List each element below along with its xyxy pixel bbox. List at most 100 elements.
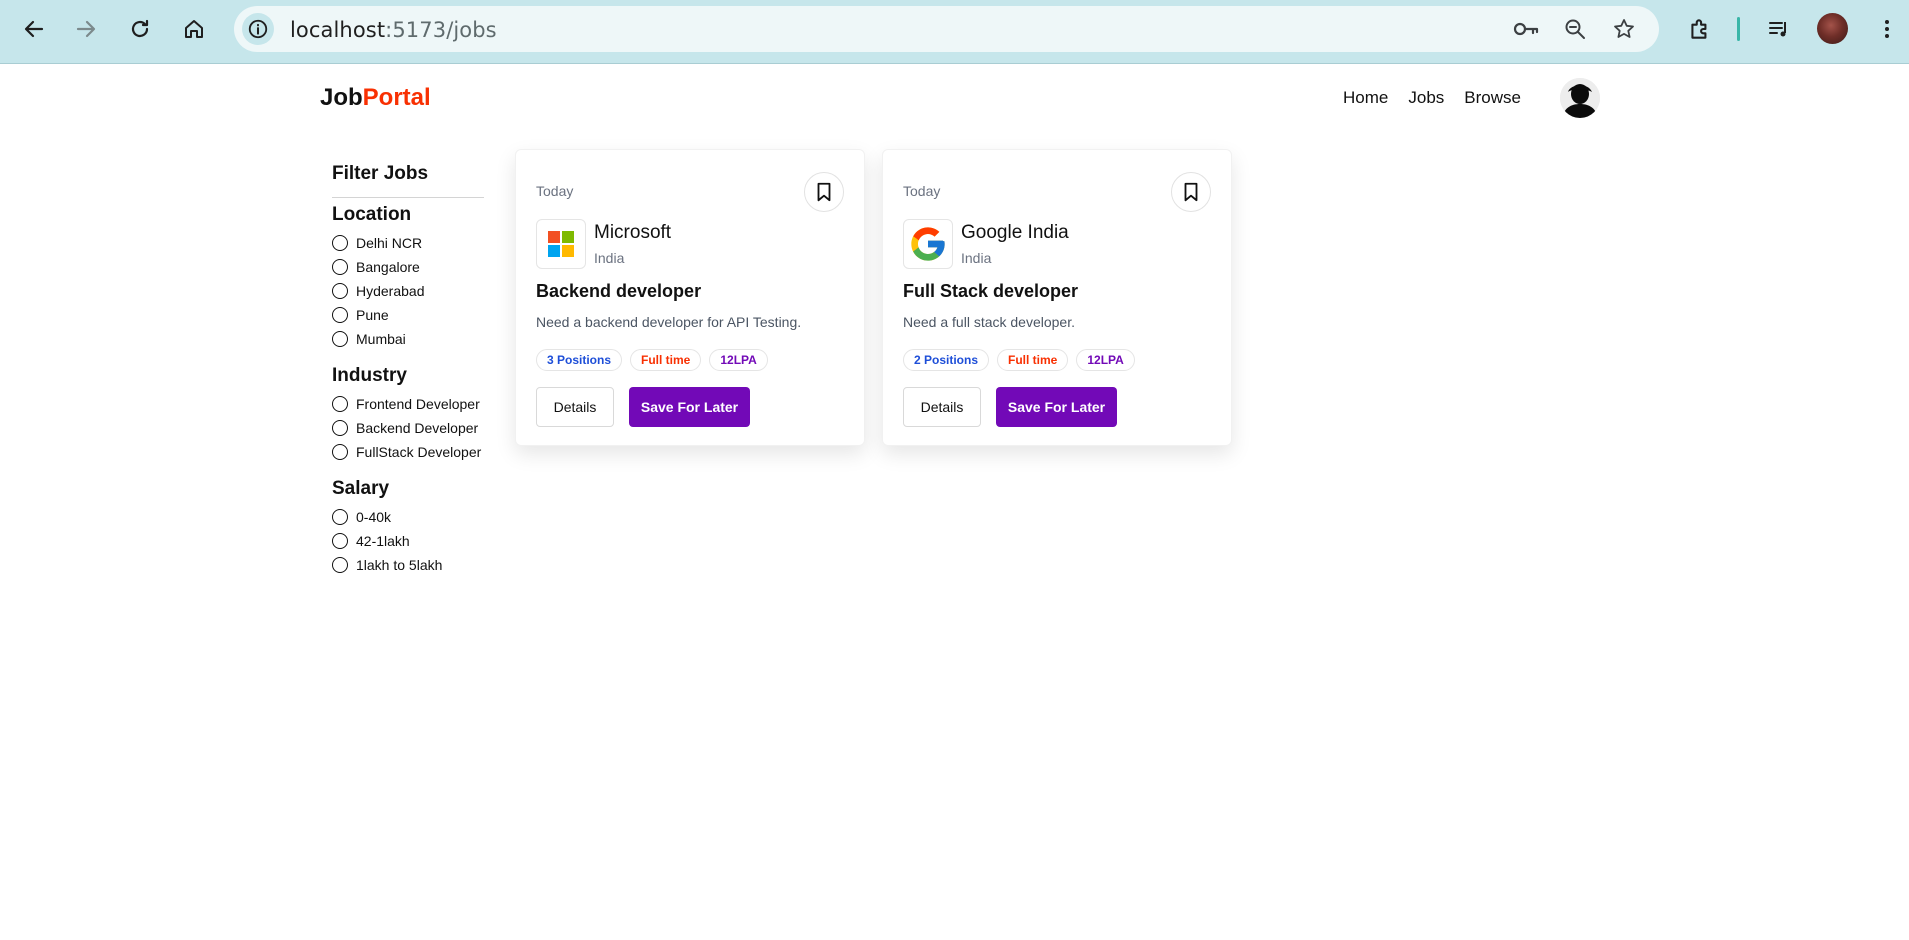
logo-accent: Portal — [362, 84, 431, 111]
media-queue-button[interactable] — [1764, 14, 1794, 44]
radio-button[interactable] — [332, 444, 348, 460]
bookmark-button[interactable] — [804, 172, 844, 212]
filter-option-label: Pune — [356, 307, 389, 323]
salary-badge: 12LPA — [709, 349, 768, 371]
google-logo-icon — [911, 227, 945, 261]
job-description: Need a full stack developer. — [903, 314, 1075, 330]
logo-primary: Job — [320, 84, 363, 111]
radio-button[interactable] — [332, 533, 348, 549]
filter-option[interactable]: Bangalore — [332, 255, 484, 279]
radio-button[interactable] — [332, 235, 348, 251]
user-avatar[interactable] — [1560, 78, 1600, 118]
microsoft-logo-icon — [548, 231, 574, 257]
filter-option[interactable]: Mumbai — [332, 327, 484, 351]
browser-toolbar: localhost:5173/jobs — [0, 0, 1909, 64]
filter-option-label: 0-40k — [356, 509, 392, 525]
forward-icon — [76, 20, 96, 38]
browser-menu-button[interactable] — [1872, 14, 1902, 44]
details-button[interactable]: Details — [536, 387, 614, 427]
filter-option-label: Frontend Developer — [356, 396, 480, 412]
filter-option-label: FullStack Developer — [356, 444, 482, 460]
site-logo[interactable]: JobPortal — [320, 84, 431, 112]
extensions-button[interactable] — [1685, 14, 1715, 44]
zoom-icon — [1565, 19, 1585, 39]
home-button[interactable] — [175, 10, 213, 48]
bookmark-star-button[interactable] — [1610, 15, 1638, 43]
filter-divider — [332, 197, 484, 198]
posted-date: Today — [536, 183, 574, 199]
bookmark-icon — [817, 182, 831, 202]
job-badges: 3 Positions Full time 12LPA — [536, 349, 768, 371]
star-icon — [1614, 19, 1634, 38]
password-key-button[interactable] — [1512, 15, 1540, 43]
extensions-icon — [1691, 19, 1707, 39]
radio-button[interactable] — [332, 283, 348, 299]
company-logo[interactable] — [536, 219, 586, 269]
filter-option[interactable]: 0-40k — [332, 505, 484, 529]
site-info-icon — [248, 19, 268, 39]
company-name: Google India — [961, 222, 1069, 243]
filter-option-label: Delhi NCR — [356, 235, 423, 251]
filter-group-title: Location — [332, 204, 412, 225]
job-type-badge: Full time — [630, 349, 702, 371]
radio-button[interactable] — [332, 331, 348, 347]
password-key-icon — [1513, 22, 1539, 36]
filter-option[interactable]: 1lakh to 5lakh — [332, 553, 484, 577]
url-text[interactable]: localhost:5173/jobs — [290, 18, 497, 42]
nav-browse[interactable]: Browse — [1464, 88, 1521, 108]
filter-group-industry: Industry Frontend Developer Backend Deve… — [332, 365, 484, 464]
filter-group-title: Salary — [332, 478, 390, 499]
radio-button[interactable] — [332, 557, 348, 573]
filter-option[interactable]: 42-1lakh — [332, 529, 484, 553]
filter-option[interactable]: Hyderabad — [332, 279, 484, 303]
filter-group-title: Industry — [332, 365, 407, 386]
bookmark-icon — [1184, 182, 1198, 202]
job-card[interactable]: Today Google India India Full Stack deve… — [882, 149, 1232, 446]
details-button[interactable]: Details — [903, 387, 981, 427]
filter-option-label: Hyderabad — [356, 283, 425, 299]
company-name: Microsoft — [594, 222, 672, 243]
job-card[interactable]: Today Microsoft India Backend developer … — [515, 149, 865, 446]
filter-panel: Filter Jobs Location Delhi NCR Bangalore… — [332, 163, 484, 591]
filter-option[interactable]: FullStack Developer — [332, 440, 484, 464]
browser-profile-avatar[interactable] — [1817, 13, 1848, 44]
job-description: Need a backend developer for API Testing… — [536, 314, 802, 330]
filter-option[interactable]: Delhi NCR — [332, 231, 484, 255]
save-for-later-button[interactable]: Save For Later — [996, 387, 1117, 427]
filter-option[interactable]: Backend Developer — [332, 416, 484, 440]
job-title: Full Stack developer — [903, 281, 1079, 301]
reload-button[interactable] — [121, 10, 159, 48]
back-icon — [24, 20, 44, 38]
filter-option-label: 42-1lakh — [356, 533, 410, 549]
company-logo[interactable] — [903, 219, 953, 269]
job-title: Backend developer — [536, 281, 702, 301]
job-badges: 2 Positions Full time 12LPA — [903, 349, 1135, 371]
url-host: localhost — [290, 18, 386, 42]
filter-option-label: Bangalore — [356, 259, 420, 275]
salary-badge: 12LPA — [1076, 349, 1135, 371]
address-bar[interactable]: localhost:5173/jobs — [234, 6, 1659, 52]
nav-jobs[interactable]: Jobs — [1408, 88, 1444, 108]
site-header: JobPortal Home Jobs Browse — [0, 64, 1909, 134]
radio-button[interactable] — [332, 259, 348, 275]
back-button[interactable] — [15, 10, 53, 48]
bookmark-button[interactable] — [1171, 172, 1211, 212]
filter-option[interactable]: Pune — [332, 303, 484, 327]
save-for-later-button[interactable]: Save For Later — [629, 387, 750, 427]
radio-button[interactable] — [332, 307, 348, 323]
toolbar-divider — [1737, 17, 1740, 41]
site-info-button[interactable] — [242, 13, 274, 45]
filter-option-label: Mumbai — [356, 331, 406, 347]
filter-option[interactable]: Frontend Developer — [332, 392, 484, 416]
filter-option-label: 1lakh to 5lakh — [356, 557, 443, 573]
forward-button[interactable] — [67, 10, 105, 48]
filter-title: Filter Jobs — [332, 163, 429, 184]
radio-button[interactable] — [332, 420, 348, 436]
radio-button[interactable] — [332, 396, 348, 412]
nav-home[interactable]: Home — [1343, 88, 1388, 108]
reload-icon — [131, 19, 149, 38]
company-location: India — [961, 250, 992, 266]
zoom-button[interactable] — [1561, 15, 1589, 43]
company-location: India — [594, 250, 625, 266]
radio-button[interactable] — [332, 509, 348, 525]
